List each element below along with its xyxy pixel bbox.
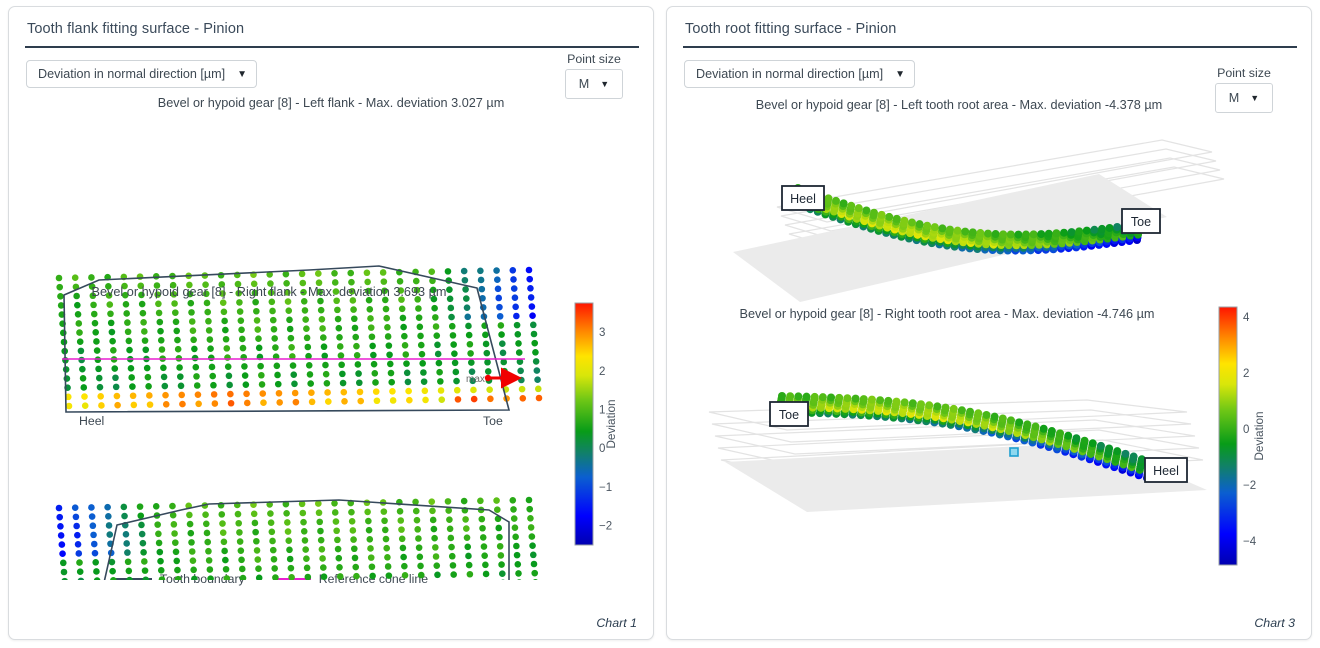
root-toolbar: Deviation in normal direction [µm] ▼ Poi… [667, 48, 1311, 104]
colorbar-tick: −2 [599, 521, 612, 533]
colorbar-tick: −1 [599, 482, 612, 494]
root-plot-area: Heel Toe [667, 112, 1311, 592]
heel-label-box-top: Heel [782, 186, 824, 210]
colorbar-tick: 3 [599, 327, 605, 339]
deviation-select-value: Deviation in normal direction [µm] [38, 67, 225, 81]
max-point-left [485, 375, 491, 381]
left-flank-plot-area: max Heel Toe max Toe Heel 3210−1−2 [9, 110, 653, 580]
toe-label-left-root: Toe [1131, 215, 1151, 229]
point-size-value: M [1229, 91, 1240, 105]
toe-label-box-bottom: Toe [770, 402, 808, 426]
panel-title-root: Tooth root fitting surface - Pinion [667, 7, 1311, 46]
tooth-flank-panel: Tooth flank fitting surface - Pinion Dev… [8, 6, 654, 640]
root-plots-svg: Heel Toe [667, 112, 1312, 592]
panel-title-flank: Tooth flank fitting surface - Pinion [9, 7, 653, 46]
colorbar-tick: 4 [1243, 312, 1250, 324]
chart-tag-3: Chart 3 [1254, 616, 1295, 630]
colorbar-tick: 2 [1243, 368, 1249, 380]
colorbar-tick: 2 [599, 366, 605, 378]
max-marker-right-root [1010, 448, 1018, 456]
point-size-label: Point size [567, 52, 621, 66]
left-root-3d-plot: Heel Toe [733, 140, 1224, 302]
colorbar-title-flank: Deviation [604, 399, 618, 448]
flank-toolbar: Deviation in normal direction [µm] ▼ Poi… [9, 48, 653, 104]
point-size-select-flank[interactable]: M ▼ [565, 69, 623, 99]
colorbar-flank: 3210−1−2 Deviation [575, 303, 618, 545]
deviation-select-value: Deviation in normal direction [µm] [696, 67, 883, 81]
toe-label-left-flank: Toe [483, 414, 503, 428]
plot-title-right-flank: Bevel or hypoid gear [8] - Right flank -… [9, 285, 529, 299]
colorbar-tick: −2 [1243, 480, 1256, 492]
point-size-label: Point size [1217, 66, 1271, 80]
chevron-down-icon: ▼ [895, 69, 905, 80]
chevron-down-icon: ▼ [1250, 93, 1259, 103]
colorbar-tick: −4 [1243, 536, 1257, 548]
toe-label-right-root: Toe [779, 408, 799, 422]
heel-label-right-root: Heel [1153, 464, 1179, 478]
deviation-select-flank[interactable]: Deviation in normal direction [µm] ▼ [26, 60, 257, 88]
right-root-3d-plot: Toe Heel [709, 392, 1207, 512]
colorbar-title-root: Deviation [1252, 411, 1266, 460]
colorbar-root: 4 2 0 −2 −4 Deviation [1219, 307, 1266, 565]
tooth-root-panel: Tooth root fitting surface - Pinion Devi… [666, 6, 1312, 640]
point-size-control-flank: Point size M ▼ [565, 52, 623, 99]
dual-chart-workspace: Tooth flank fitting surface - Pinion Dev… [0, 0, 1320, 648]
ground-plane-right-root [725, 442, 1207, 512]
max-label-left: max [466, 374, 485, 385]
deviation-select-root[interactable]: Deviation in normal direction [µm] ▼ [684, 60, 915, 88]
plot-title-right-root: Bevel or hypoid gear [8] - Right tooth r… [667, 307, 1227, 321]
chevron-down-icon: ▼ [237, 69, 247, 80]
heel-label-left-root: Heel [790, 192, 816, 206]
heel-label-box-bottom: Heel [1145, 458, 1187, 482]
colorbar-tick: 0 [1243, 424, 1249, 436]
flank-plots-svg: max Heel Toe max Toe Heel 3210−1−2 [9, 110, 654, 580]
point-size-value: M [579, 77, 590, 91]
chart-tag-1: Chart 1 [596, 616, 637, 630]
chevron-down-icon: ▼ [600, 79, 609, 89]
point-size-control-root: Point size M ▼ [1215, 66, 1273, 113]
heel-label-left-flank: Heel [79, 414, 104, 428]
point-size-select-root[interactable]: M ▼ [1215, 83, 1273, 113]
toe-label-box-top: Toe [1122, 209, 1160, 233]
